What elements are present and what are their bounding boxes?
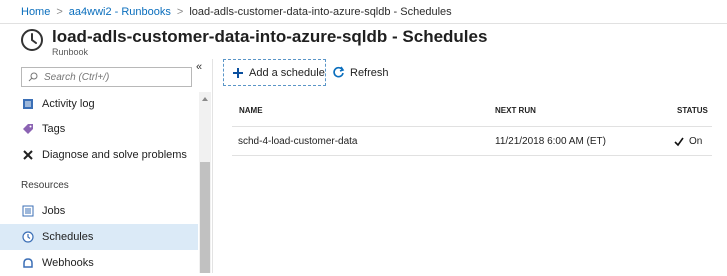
clock-icon xyxy=(21,29,43,51)
clock-icon xyxy=(21,230,35,244)
page-title: load-adls-customer-data-into-azure-sqldb… xyxy=(52,27,488,46)
refresh-button[interactable]: Refresh xyxy=(332,59,389,86)
status-label: On xyxy=(689,136,703,147)
section-label-resources: Resources xyxy=(21,180,69,191)
refresh-icon xyxy=(332,66,345,79)
sidebar-item-label: Diagnose and solve problems xyxy=(42,149,187,161)
jobs-icon xyxy=(21,204,35,218)
column-header-status[interactable]: STATUS xyxy=(677,106,708,115)
schedule-status: On xyxy=(674,136,702,147)
activity-log-icon xyxy=(21,97,35,111)
wrench-icon xyxy=(21,148,35,162)
toolbar: Add a schedule Refresh xyxy=(223,57,727,87)
sidebar-item-webhooks[interactable]: Webhooks xyxy=(0,250,198,276)
tag-icon xyxy=(21,122,35,136)
sidebar-item-schedules[interactable]: Schedules xyxy=(0,224,198,250)
page-subtitle: Runbook xyxy=(52,47,89,57)
table-row[interactable]: schd-4-load-customer-data 11/21/2018 6:0… xyxy=(232,126,712,156)
page-header: load-adls-customer-data-into-azure-sqldb… xyxy=(0,25,727,59)
sidebar-item-jobs[interactable]: Jobs xyxy=(0,198,198,224)
search-icon xyxy=(28,72,38,82)
sidebar-item-diagnose[interactable]: Diagnose and solve problems xyxy=(0,142,198,168)
schedule-name[interactable]: schd-4-load-customer-data xyxy=(238,136,358,147)
checkmark-icon xyxy=(674,137,684,146)
sidebar-item-activity-log[interactable]: Activity log xyxy=(0,91,198,117)
refresh-label: Refresh xyxy=(350,66,389,79)
column-header-name[interactable]: NAME xyxy=(239,106,263,115)
breadcrumb-runbooks[interactable]: aa4wwi2 - Runbooks xyxy=(69,6,171,18)
sidebar-item-label: Schedules xyxy=(42,231,94,243)
sidebar: « Activity log Tags xyxy=(0,59,213,273)
breadcrumb-separator: > xyxy=(56,5,63,18)
breadcrumb-current: load-adls-customer-data-into-azure-sqldb… xyxy=(189,5,452,18)
sidebar-item-label: Tags xyxy=(42,123,66,135)
sidebar-item-label: Jobs xyxy=(42,205,66,217)
breadcrumb-home[interactable]: Home xyxy=(21,6,50,18)
add-schedule-label: Add a schedule xyxy=(249,66,325,79)
collapse-sidebar-button[interactable]: « xyxy=(196,61,202,73)
webhook-icon xyxy=(21,256,35,270)
scrollbar-thumb[interactable] xyxy=(200,162,210,273)
scroll-up-arrow-icon[interactable] xyxy=(202,97,208,101)
add-schedule-button[interactable]: Add a schedule xyxy=(223,59,326,86)
breadcrumb-separator: > xyxy=(176,5,184,18)
sidebar-scrollbar[interactable] xyxy=(199,92,211,273)
column-header-next-run[interactable]: NEXT RUN xyxy=(495,106,536,115)
plus-icon xyxy=(232,67,244,79)
schedule-next-run: 11/21/2018 6:00 AM (ET) xyxy=(495,136,606,147)
search-box[interactable] xyxy=(21,67,192,87)
sidebar-item-label: Activity log xyxy=(42,98,95,110)
sidebar-item-label: Webhooks xyxy=(42,257,94,269)
sidebar-item-tags[interactable]: Tags xyxy=(0,116,198,142)
breadcrumb: Home > aa4wwi2 - Runbooks > load-adls-cu… xyxy=(0,0,727,24)
search-input[interactable] xyxy=(44,71,184,83)
